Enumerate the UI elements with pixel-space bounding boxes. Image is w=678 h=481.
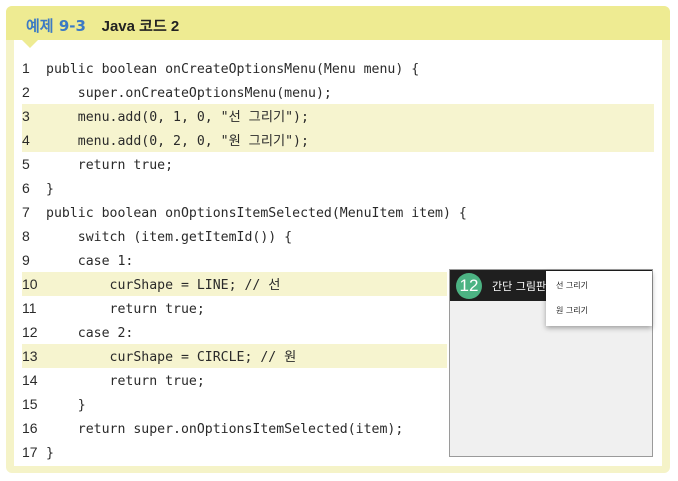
code-text: menu.add(0, 1, 0, "선 그리기"); xyxy=(46,110,309,125)
line-number: 14 xyxy=(22,372,38,388)
code-line: 12 case 2: xyxy=(22,320,442,344)
line-number: 7 xyxy=(22,204,30,220)
line-number: 6 xyxy=(22,180,30,196)
code-line: 8 switch (item.getItemId()) { xyxy=(22,224,642,248)
example-header: 예제 9-3 Java 코드 2 xyxy=(6,6,670,40)
line-number: 10 xyxy=(22,276,38,292)
code-text: return true; xyxy=(46,302,205,317)
line-number: 12 xyxy=(22,324,38,340)
example-heading: Java 코드 2 xyxy=(101,18,180,35)
header-notch xyxy=(22,40,38,48)
line-number: 13 xyxy=(22,348,38,364)
code-line: 16 return super.onOptionsItemSelected(it… xyxy=(22,416,442,440)
line-number: 16 xyxy=(22,420,38,436)
line-number: 11 xyxy=(22,300,37,316)
example-title: 예제 9-3 Java 코드 2 xyxy=(26,15,179,36)
line-number: 5 xyxy=(22,156,30,172)
code-text: } xyxy=(46,446,54,461)
code-line-highlighted: 4 menu.add(0, 2, 0, "원 그리기"); xyxy=(22,128,654,152)
code-text: super.onCreateOptionsMenu(menu); xyxy=(46,86,332,101)
line-number: 4 xyxy=(22,132,30,148)
code-line: 6} xyxy=(22,176,642,200)
code-text: public boolean onOptionsItemSelected(Men… xyxy=(46,206,467,221)
code-text: switch (item.getItemId()) { xyxy=(46,230,293,245)
line-number: 8 xyxy=(22,228,30,244)
code-line: 17} xyxy=(22,440,442,464)
code-line: 11 return true; xyxy=(22,296,442,320)
code-line: 5 return true; xyxy=(22,152,642,176)
line-number: 9 xyxy=(22,252,30,268)
code-text: public boolean onCreateOptionsMenu(Menu … xyxy=(46,62,420,77)
code-text: curShape = CIRCLE; // 원 xyxy=(46,350,297,365)
app-title: 간단 그림판 xyxy=(492,280,547,293)
code-line: 15 } xyxy=(22,392,442,416)
code-text: menu.add(0, 2, 0, "원 그리기"); xyxy=(46,134,309,149)
options-menu: 선 그리기 원 그리기 xyxy=(546,271,652,326)
code-line-highlighted: 13 curShape = CIRCLE; // 원 xyxy=(22,344,447,368)
example-number: 예제 9-3 xyxy=(26,17,86,35)
code-line: 14 return true; xyxy=(22,368,442,392)
code-line: 7 public boolean onOptionsItemSelected(Me… xyxy=(22,200,642,224)
line-number: 2 xyxy=(22,84,30,100)
app-screenshot: 12 간단 그림판 선 그리기 원 그리기 xyxy=(449,269,653,457)
app-icon: 12 xyxy=(456,273,482,299)
code-text: } xyxy=(46,398,86,413)
code-line: 2 super.onCreateOptionsMenu(menu); xyxy=(22,80,642,104)
code-text: return true; xyxy=(46,374,205,389)
code-text: case 1: xyxy=(46,254,134,269)
code-line-highlighted: 3 menu.add(0, 1, 0, "선 그리기"); xyxy=(22,104,654,128)
line-number: 17 xyxy=(22,444,38,460)
code-text: return true; xyxy=(46,158,174,173)
line-number: 15 xyxy=(22,396,38,412)
code-line-highlighted: 10 curShape = LINE; // 선 xyxy=(22,272,447,296)
code-text: case 2: xyxy=(46,326,134,341)
code-text: return super.onOptionsItemSelected(item)… xyxy=(46,422,404,437)
line-number: 1 xyxy=(22,60,30,76)
code-text: curShape = LINE; // 선 xyxy=(46,278,281,293)
code-line: 1 public boolean onCreateOptionsMenu(Menu… xyxy=(22,56,642,80)
menu-item-draw-line[interactable]: 선 그리기 xyxy=(556,280,588,291)
code-text: } xyxy=(46,182,54,197)
line-number: 3 xyxy=(22,108,30,124)
menu-item-draw-circle[interactable]: 원 그리기 xyxy=(556,305,588,316)
